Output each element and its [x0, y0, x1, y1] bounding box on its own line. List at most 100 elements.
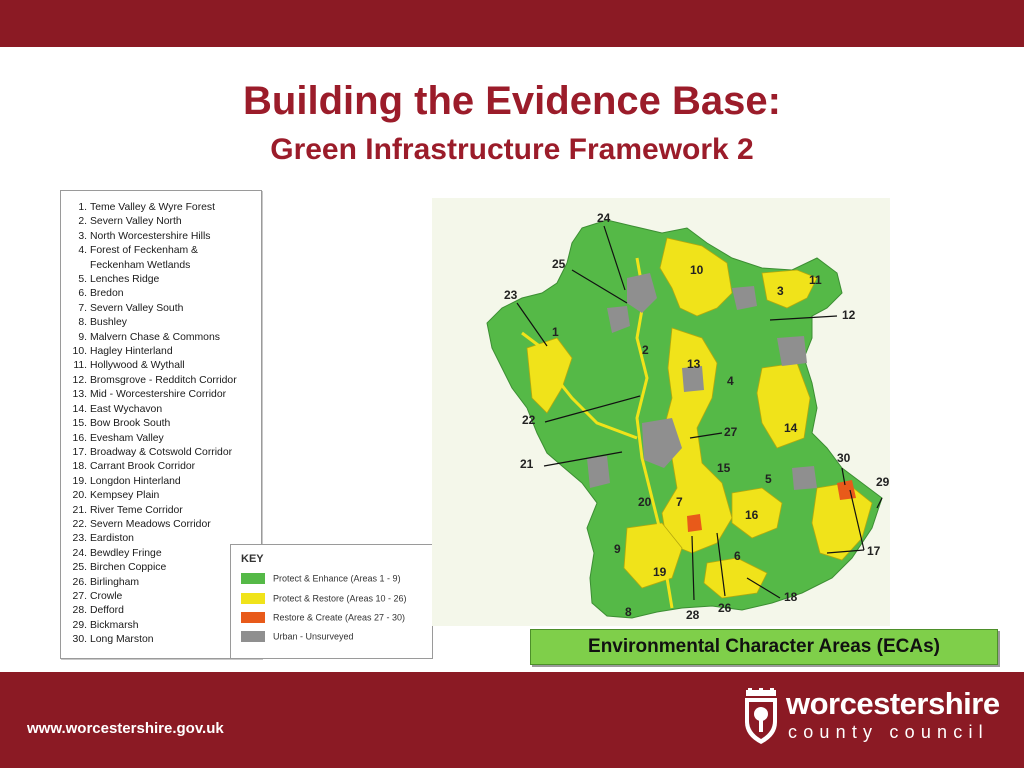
map-label-30: 30 [837, 451, 851, 465]
area-list-item: 15. Bow Brook South [65, 417, 261, 431]
area-name: Birlingham [90, 576, 140, 588]
map-urban-redditch [777, 336, 807, 366]
key-title: KEY [241, 553, 264, 565]
area-name: Defford [90, 605, 124, 617]
area-name: Malvern Chase & Commons [90, 331, 220, 343]
area-name: Severn Valley South [90, 302, 184, 314]
area-list-item: 6. Bredon [65, 287, 261, 301]
area-list-item: 9. Malvern Chase & Commons [65, 331, 261, 345]
page-title: Building the Evidence Base: [243, 79, 781, 123]
area-number: 30. [72, 634, 87, 646]
map-label-23: 23 [504, 288, 518, 302]
area-number: 10. [72, 346, 87, 358]
map-region-orange-28 [687, 514, 702, 532]
area-number: 7. [78, 302, 87, 314]
map-label-29: 29 [876, 475, 890, 489]
area-list-item: 7. Severn Valley South [65, 302, 261, 316]
area-list-item: 19. Longdon Hinterland [65, 475, 261, 489]
area-name: Carrant Brook Corridor [90, 461, 196, 473]
map-label-3: 3 [777, 284, 784, 298]
area-number: 12. [72, 374, 87, 386]
area-list-item: 18. Carrant Brook Corridor [65, 460, 261, 474]
area-name: Crowle [90, 590, 123, 602]
key-item-urban: Urban - Unsurveyed [241, 631, 354, 645]
area-number: 26. [72, 576, 87, 588]
map-label-1: 1 [552, 325, 559, 339]
area-name: Broadway & Cotswold Corridor [90, 446, 233, 458]
area-name: River Teme Corridor [90, 504, 183, 516]
map-label-10: 10 [690, 263, 704, 277]
key-item-protect-restore: Protect & Restore (Areas 10 - 26) [241, 593, 407, 607]
area-name: Bickmarsh [90, 619, 139, 631]
map-label-14: 14 [784, 421, 798, 435]
area-number: 23. [72, 533, 87, 545]
area-number: 27. [72, 590, 87, 602]
council-logo: worcestershire county council [742, 686, 1007, 750]
key-swatch-orange [241, 612, 265, 624]
logo-wordmark: worcestershire [786, 686, 1000, 721]
map-label-6: 6 [734, 549, 741, 563]
area-list-item: 17. Broadway & Cotswold Corridor [65, 446, 261, 460]
website-url[interactable]: www.worcestershire.gov.uk [27, 720, 224, 737]
area-number: 3. [78, 230, 87, 242]
area-name: Hollywood & Wythall [90, 360, 185, 372]
map-label-28: 28 [686, 608, 700, 622]
area-number: 22. [72, 518, 87, 530]
key-item-restore-create: Restore & Create (Areas 27 - 30) [241, 612, 405, 626]
area-name: Mid - Worcestershire Corridor [90, 389, 227, 401]
map-label-19: 19 [653, 565, 667, 579]
area-name: Severn Meadows Corridor [90, 518, 211, 530]
area-name: Evesham Valley [90, 432, 164, 444]
area-number: 28. [72, 605, 87, 617]
area-name: Severn Valley North [90, 216, 182, 228]
eca-map: 24 25 23 1 2 10 3 11 12 13 4 22 27 14 21… [432, 198, 890, 626]
area-name: Bromsgrove - Redditch Corridor [90, 374, 237, 386]
map-label-12: 12 [842, 308, 856, 322]
area-name: Eardiston [90, 533, 134, 545]
area-number: 4. [78, 245, 87, 257]
area-number: 19. [72, 475, 87, 487]
area-number: 29. [72, 619, 87, 631]
page-subtitle: Green Infrastructure Framework 2 [270, 133, 754, 166]
area-name: Forest of Feckenham & [90, 245, 198, 257]
area-list-item: 8. Bushley [65, 316, 261, 330]
top-banner [0, 0, 1024, 47]
area-list-item: 3. North Worcestershire Hills [65, 230, 261, 244]
key-swatch-yellow [241, 593, 265, 605]
area-name: Bow Brook South [90, 418, 171, 430]
area-list-item: 4. Forest of Feckenham & Feckenham Wetland… [65, 244, 261, 273]
map-label-25: 25 [552, 257, 566, 271]
area-list-item: 22. Severn Meadows Corridor [65, 518, 261, 532]
area-name: Long Marston [90, 634, 154, 646]
area-number: 1. [78, 202, 87, 213]
area-list-item: 1. Teme Valley & Wyre Forest [65, 201, 261, 215]
map-key-panel: KEY Protect & Enhance (Areas 1 - 9) Prot… [230, 544, 433, 659]
map-label-8: 8 [625, 605, 632, 619]
area-name: Kempsey Plain [90, 490, 160, 502]
map-label-7: 7 [676, 495, 683, 509]
map-label-17: 17 [867, 544, 881, 558]
area-number: 9. [78, 331, 87, 343]
area-list-item: 11. Hollywood & Wythall [65, 359, 261, 373]
area-number: 25. [72, 562, 87, 574]
area-list-item: 5. Lenches Ridge [65, 273, 261, 287]
area-name: Lenches Ridge [90, 274, 160, 286]
key-item-protect-enhance: Protect & Enhance (Areas 1 - 9) [241, 573, 401, 587]
area-number: 5. [78, 274, 87, 286]
map-urban-malvern [587, 456, 610, 488]
area-name: Bewdley Fringe [90, 547, 162, 559]
map-label-27: 27 [724, 425, 738, 439]
map-label-21: 21 [520, 457, 534, 471]
area-number: 8. [78, 317, 87, 329]
area-list-item: 20. Kempsey Plain [65, 489, 261, 503]
key-swatch-green [241, 573, 265, 585]
map-label-15: 15 [717, 461, 731, 475]
area-list-item: 16. Evesham Valley [65, 432, 261, 446]
area-number: 6. [78, 288, 87, 300]
area-name: Hagley Hinterland [90, 346, 173, 358]
map-label-18: 18 [784, 590, 798, 604]
map-label-16: 16 [745, 508, 759, 522]
area-number: 2. [78, 216, 87, 228]
area-list-item: 13. Mid - Worcestershire Corridor [65, 388, 261, 402]
area-name: Longdon Hinterland [90, 475, 181, 487]
